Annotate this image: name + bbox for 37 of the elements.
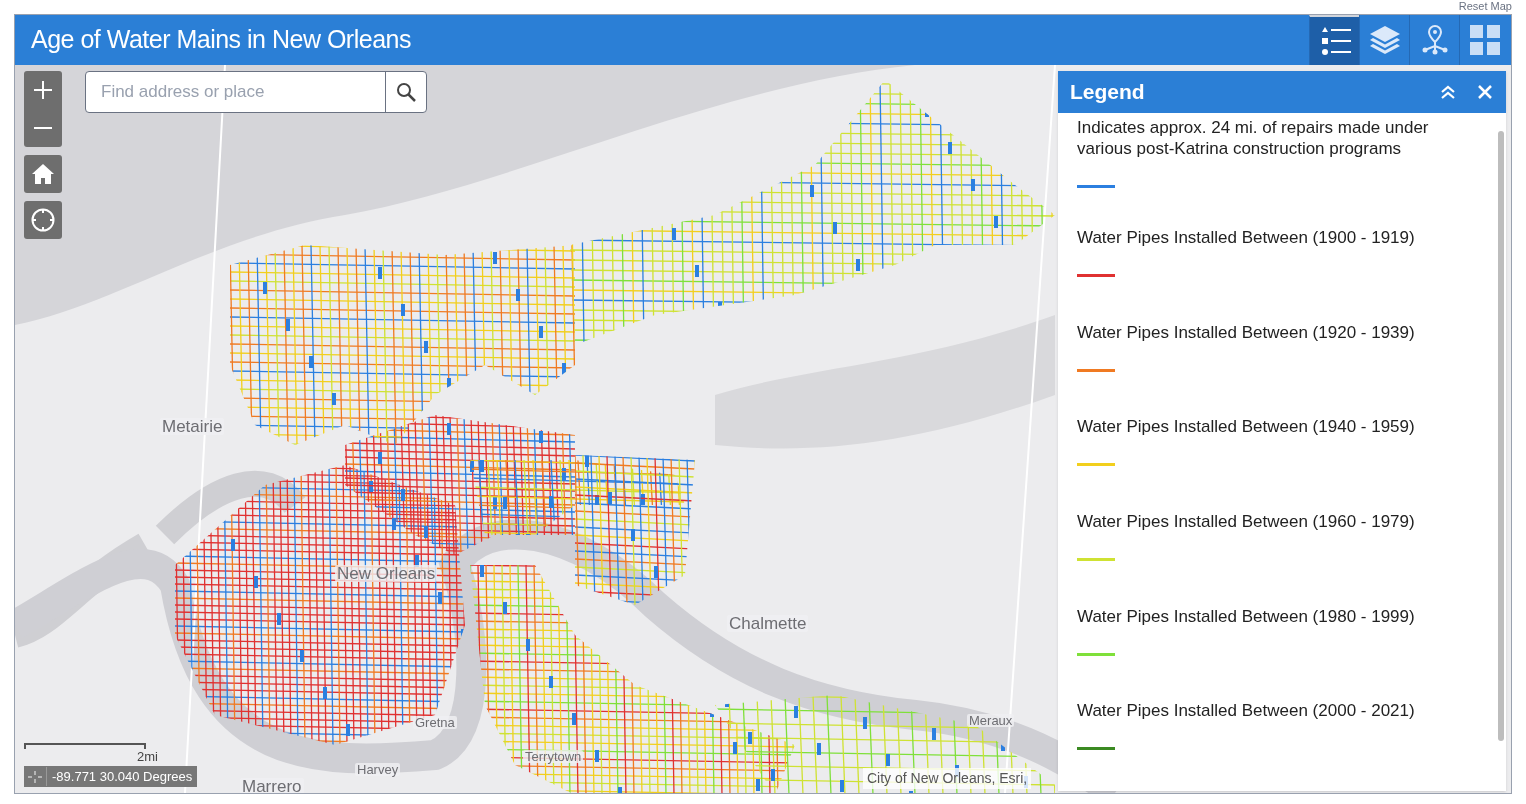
scale-label: 2mi xyxy=(137,748,158,766)
minus-icon xyxy=(34,127,52,129)
crosshair-icon xyxy=(30,207,56,233)
home-icon xyxy=(31,163,55,185)
plus-icon xyxy=(34,81,52,99)
place-label: Marrero xyxy=(240,778,304,793)
collapse-icon[interactable] xyxy=(1440,85,1456,99)
place-label: Metairie xyxy=(160,418,225,435)
app-title: Age of Water Mains in New Orleans xyxy=(31,24,412,56)
place-label: Harvey xyxy=(355,763,401,776)
legend-label: Water Pipes Installed Between (1960 - 1979) xyxy=(1077,511,1416,533)
close-icon[interactable] xyxy=(1478,85,1492,99)
locate-button[interactable] xyxy=(24,201,62,239)
legend-label: Water Pipes Installed Between (1980 - 1999) xyxy=(1077,605,1416,627)
legend-label: Water Pipes Installed Between (1900 - 1919) xyxy=(1077,227,1416,249)
place-label: Gretna xyxy=(413,716,457,729)
legend-label: Water Pipes Installed Between (1940 - 1959) xyxy=(1077,416,1416,438)
scrollbar[interactable] xyxy=(1498,131,1504,741)
search-field[interactable]: Find address or place xyxy=(85,71,427,113)
reset-map-link[interactable]: Reset Map xyxy=(1458,0,1512,14)
place-label: Terrytown xyxy=(523,750,584,763)
grid-icon xyxy=(1469,25,1500,55)
search-input[interactable]: Find address or place xyxy=(86,72,385,112)
search-icon xyxy=(396,82,416,102)
legend-title: Legend xyxy=(1070,79,1146,106)
home-button[interactable] xyxy=(24,155,62,193)
layers-icon xyxy=(1368,25,1401,55)
pin-network-icon xyxy=(1420,25,1449,55)
legend-label: Indicates approx. 24 mi. of repairs made under various post-Katrina construction programs xyxy=(1077,117,1430,159)
place-label: Chalmette xyxy=(727,615,809,632)
place-label: New Orleans xyxy=(335,565,438,582)
legend-label: Water Pipes Installed Between (2000 - 2021) xyxy=(1077,700,1416,722)
coordinates-text: -89.771 30.040 Degrees xyxy=(46,766,198,787)
crosshair-icon xyxy=(26,769,44,784)
place-label: Meraux xyxy=(967,714,1015,727)
legend-label: Water Pipes Installed Between (1920 - 1939) xyxy=(1077,321,1416,343)
attribution-text: City of New Orleans, Esri, xyxy=(863,768,1032,789)
